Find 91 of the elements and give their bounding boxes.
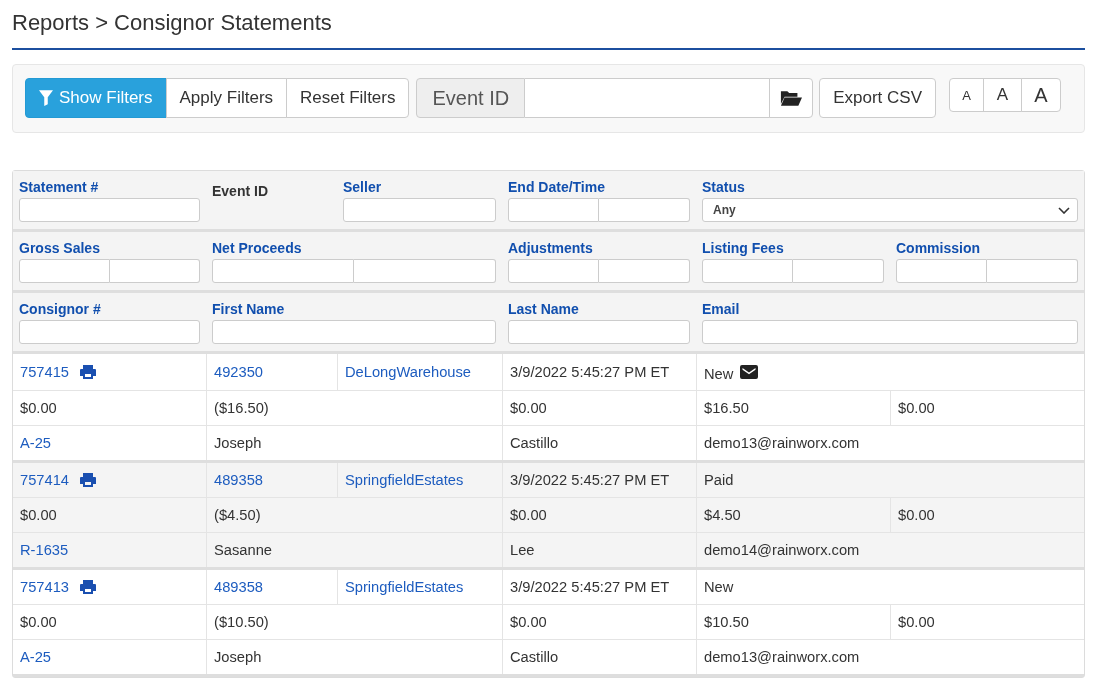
sort-link[interactable]: Consignor # [19, 301, 101, 318]
printer-icon[interactable] [80, 365, 96, 379]
table-cell: $0.00 [890, 391, 1084, 425]
sort-link[interactable]: Listing Fees [702, 240, 784, 257]
filter-label: Event ID [212, 182, 268, 200]
range-from-input[interactable] [508, 198, 599, 222]
sort-link[interactable]: Status [702, 179, 745, 196]
table-cell-text: $0.00 [19, 506, 58, 525]
range-to-input[interactable] [354, 259, 496, 283]
table-link[interactable]: A-25 [20, 435, 52, 451]
event-id-field[interactable] [525, 78, 771, 118]
table-link[interactable]: DeLongWarehouse [345, 364, 471, 380]
filter-action-button[interactable]: Reset Filters [286, 78, 410, 118]
range-to-input[interactable] [987, 259, 1078, 283]
table-cell: $0.00 [502, 498, 696, 532]
table-cell: ($4.50) [206, 498, 502, 532]
folder-icon [780, 89, 803, 107]
table-cell: ($16.50) [206, 391, 502, 425]
range-from-input[interactable] [702, 259, 793, 283]
table-cell: 3/9/2022 5:45:27 PM ET [502, 570, 696, 604]
funnel-icon [39, 90, 53, 106]
table-link[interactable]: 489358 [214, 579, 263, 595]
table-cell: Castillo [502, 640, 696, 674]
table-cell: demo13@rainworx.com [696, 426, 1084, 460]
table-cell: Joseph [206, 640, 502, 674]
table-cell: $10.50 [696, 605, 890, 639]
table-cell: Lee [502, 533, 696, 567]
table-cell: 3/9/2022 5:45:27 PM ET [502, 354, 696, 390]
status-text: Paid [704, 472, 734, 488]
sort-link[interactable]: Commission [896, 240, 980, 257]
table-link[interactable]: 757413 [20, 579, 69, 595]
range-from-input[interactable] [212, 259, 354, 283]
filter-action-button[interactable]: Apply Filters [165, 78, 288, 118]
range-to-input[interactable] [109, 259, 200, 283]
table-cell: $0.00 [890, 498, 1084, 532]
browse-button[interactable] [769, 78, 814, 118]
table-cell: ($10.50) [206, 605, 502, 639]
filter-input[interactable] [702, 320, 1078, 344]
chevron-icon [1058, 206, 1070, 214]
export-button[interactable]: Export CSV [819, 78, 936, 118]
filter-input[interactable] [508, 320, 690, 344]
table-cell: Joseph [206, 426, 502, 460]
filter-input[interactable] [19, 320, 200, 344]
table-cell: demo13@rainworx.com [696, 640, 1084, 674]
sort-link[interactable]: Email [702, 301, 740, 318]
table-link[interactable]: 757414 [20, 472, 69, 488]
range-to-input[interactable] [793, 259, 884, 283]
text-size-button[interactable]: A [949, 78, 984, 112]
sort-link[interactable]: End Date/Time [508, 179, 605, 196]
status-text: New [704, 366, 734, 382]
range-to-input[interactable] [599, 198, 690, 222]
input-label: Event ID [416, 78, 526, 118]
table-cell-text: $0.00 [19, 613, 58, 632]
table-link[interactable]: 492350 [214, 364, 263, 380]
status-text: New [704, 579, 734, 595]
text-size-button[interactable]: A [983, 78, 1022, 112]
range-from-input[interactable] [19, 259, 110, 283]
table-cell: Sasanne [206, 533, 502, 567]
printer-icon[interactable] [80, 473, 96, 487]
sort-link[interactable]: Last Name [508, 301, 579, 318]
filter-input[interactable] [19, 198, 200, 222]
table-cell: Castillo [502, 426, 696, 460]
table-link[interactable]: SpringfieldEstates [345, 472, 464, 488]
sort-link[interactable]: Seller [343, 179, 382, 196]
table-link[interactable]: R-1635 [20, 542, 69, 558]
sort-link[interactable]: Adjustments [508, 240, 593, 257]
printer-icon[interactable] [80, 580, 96, 594]
table-cell: $0.00 [502, 391, 696, 425]
table-cell: demo14@rainworx.com [696, 533, 1084, 567]
table-cell: $4.50 [696, 498, 890, 532]
table-cell: 3/9/2022 5:45:27 PM ET [502, 463, 696, 497]
table-cell: $16.50 [696, 391, 890, 425]
range-to-input[interactable] [599, 259, 690, 283]
text-size-button[interactable]: A [1021, 78, 1061, 112]
range-from-input[interactable] [508, 259, 599, 283]
sort-link[interactable]: Net Proceeds [212, 240, 302, 257]
table-cell: $0.00 [890, 605, 1084, 639]
sort-link[interactable]: First Name [212, 301, 285, 318]
table-cell-text: $0.00 [19, 399, 58, 418]
table-link[interactable]: 489358 [214, 472, 263, 488]
table-link[interactable]: 757415 [20, 364, 69, 380]
sort-link[interactable]: Gross Sales [19, 240, 100, 257]
table-cell: $0.00 [502, 605, 696, 639]
filter-input[interactable] [343, 198, 496, 222]
page-title: Reports > Consignor Statements [12, 0, 1085, 50]
sort-link[interactable]: Statement # [19, 179, 99, 196]
status-select[interactable]: Any [702, 198, 1078, 222]
table-link[interactable]: A-25 [20, 649, 52, 665]
table-link[interactable]: SpringfieldEstates [345, 579, 464, 595]
filter-input[interactable] [212, 320, 496, 344]
range-from-input[interactable] [896, 259, 987, 283]
